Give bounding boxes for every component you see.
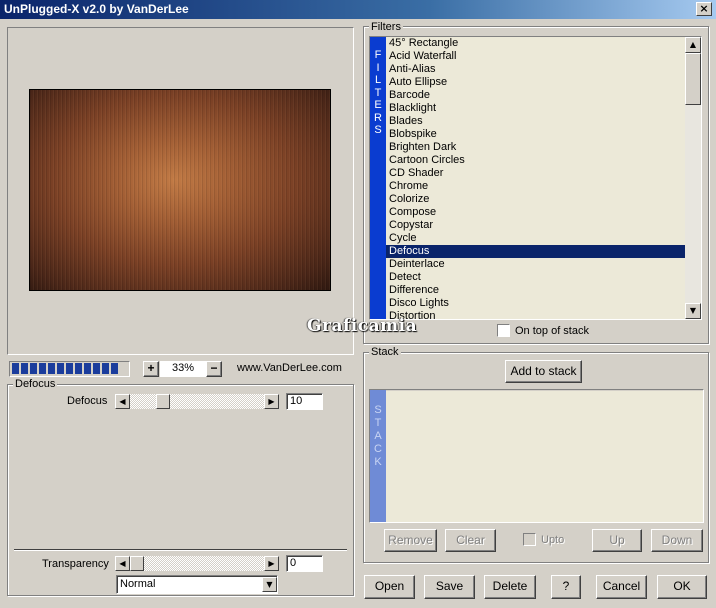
strip-letter: S xyxy=(374,124,382,136)
blend-mode-value: Normal xyxy=(120,578,156,590)
strip-letter: E xyxy=(374,99,382,111)
preview-image[interactable] xyxy=(29,89,331,291)
ok-button[interactable]: OK xyxy=(657,575,707,599)
cancel-button[interactable]: Cancel xyxy=(596,575,647,599)
zoom-out-button[interactable]: − xyxy=(206,361,222,377)
transparency-value-field[interactable]: 0 xyxy=(286,555,323,572)
filter-item[interactable]: Difference xyxy=(386,284,685,297)
progress-segment xyxy=(30,363,37,374)
progress-segment xyxy=(48,363,55,374)
params-group-label: Defocus xyxy=(13,378,58,390)
filter-item[interactable]: Acid Waterfall xyxy=(386,50,685,63)
window-title: UnPlugged-X v2.0 by VanDerLee xyxy=(4,2,189,16)
progress-segment xyxy=(21,363,28,374)
filter-item[interactable]: 45° Rectangle xyxy=(386,37,685,50)
filter-item[interactable]: Deinterlace xyxy=(386,258,685,271)
progress-segment xyxy=(57,363,64,374)
save-button[interactable]: Save xyxy=(424,575,475,599)
add-to-stack-button[interactable]: Add to stack xyxy=(505,360,582,383)
filter-item[interactable]: Barcode xyxy=(386,89,685,102)
progress-segment xyxy=(102,363,109,374)
strip-letter: T xyxy=(374,417,382,429)
scroll-down-icon[interactable]: ▼ xyxy=(685,303,701,319)
graficamia-watermark: Graficamia xyxy=(307,316,418,336)
filter-item[interactable]: Cycle xyxy=(386,232,685,245)
filter-item[interactable]: Detect xyxy=(386,271,685,284)
separator-line xyxy=(14,549,347,551)
progress-segment xyxy=(93,363,100,374)
title-bar: UnPlugged-X v2.0 by VanDerLee xyxy=(0,0,716,19)
zoom-value: 33% xyxy=(160,361,206,377)
filter-item[interactable]: Blacklight xyxy=(386,102,685,115)
scroll-up-icon[interactable]: ▲ xyxy=(685,37,701,53)
defocus-decrease-button[interactable]: ◀ xyxy=(115,394,130,409)
remove-button[interactable]: Remove xyxy=(384,529,437,552)
defocus-value-field[interactable]: 10 xyxy=(286,393,323,410)
filter-item[interactable]: Blobspike xyxy=(386,128,685,141)
transparency-increase-button[interactable]: ▶ xyxy=(264,556,279,571)
filter-item[interactable]: Colorize xyxy=(386,193,685,206)
transparency-decrease-button[interactable]: ◀ xyxy=(115,556,130,571)
filter-item[interactable]: Brighten Dark xyxy=(386,141,685,154)
defocus-slider-track[interactable] xyxy=(130,394,264,409)
progress-segment xyxy=(75,363,82,374)
stack-strip: STACK xyxy=(370,390,386,522)
filters-list[interactable]: 45° Rectangle Acid Waterfall Anti-Alias Aut… xyxy=(386,37,685,319)
progress-bar xyxy=(9,361,130,377)
filter-item[interactable]: Chrome xyxy=(386,180,685,193)
filter-item[interactable]: Disco Lights xyxy=(386,297,685,310)
blend-mode-select[interactable]: Normal ▼ xyxy=(116,575,278,594)
on-top-of-stack-checkbox[interactable] xyxy=(497,324,510,337)
defocus-increase-button[interactable]: ▶ xyxy=(264,394,279,409)
on-top-of-stack-label: On top of stack xyxy=(515,325,589,337)
upto-checkbox[interactable] xyxy=(523,533,536,546)
stack-group-label: Stack xyxy=(369,346,401,358)
strip-letter: F xyxy=(374,49,382,61)
progress-segment xyxy=(39,363,46,374)
transparency-slider-track[interactable] xyxy=(130,556,264,571)
strip-letter: L xyxy=(374,74,382,86)
up-button[interactable]: Up xyxy=(592,529,642,552)
filter-item[interactable]: Auto Ellipse xyxy=(386,76,685,89)
filter-item[interactable]: Defocus xyxy=(386,245,685,258)
filter-item[interactable]: Blades xyxy=(386,115,685,128)
strip-letter: K xyxy=(374,456,382,468)
zoom-in-button[interactable]: + xyxy=(143,361,159,377)
strip-letter: T xyxy=(374,86,382,99)
filter-item[interactable]: Cartoon Circles xyxy=(386,154,685,167)
close-button[interactable]: × xyxy=(696,2,712,16)
delete-button[interactable]: Delete xyxy=(484,575,536,599)
strip-letter: S xyxy=(374,404,382,416)
clear-button[interactable]: Clear xyxy=(445,529,496,552)
filter-item[interactable]: Copystar xyxy=(386,219,685,232)
progress-segment xyxy=(84,363,91,374)
strip-letter: A xyxy=(374,430,382,442)
filters-group-label: Filters xyxy=(369,21,403,33)
help-button[interactable]: ? xyxy=(551,575,581,599)
filter-item[interactable]: Anti-Alias xyxy=(386,63,685,76)
strip-letter: C xyxy=(374,443,382,455)
strip-letter: R xyxy=(374,111,382,124)
progress-segment xyxy=(12,363,19,374)
filter-item[interactable]: Compose xyxy=(386,206,685,219)
vanderlee-link[interactable]: www.VanDerLee.com xyxy=(237,362,342,374)
transparency-slider-thumb[interactable] xyxy=(130,556,144,571)
down-button[interactable]: Down xyxy=(651,529,703,552)
scroll-thumb[interactable] xyxy=(685,53,701,105)
filters-scrollbar[interactable]: ▲ ▼ xyxy=(685,37,701,319)
strip-letter: I xyxy=(376,61,380,74)
upto-label: Upto xyxy=(541,534,565,546)
defocus-slider-thumb[interactable] xyxy=(156,394,170,409)
filters-strip: FILTERS xyxy=(370,37,386,319)
filter-item[interactable]: CD Shader xyxy=(386,167,685,180)
stack-list[interactable] xyxy=(386,391,703,522)
transparency-label: Transparency xyxy=(42,558,109,570)
progress-segment xyxy=(111,363,118,374)
progress-segment xyxy=(66,363,73,374)
chevron-down-icon[interactable]: ▼ xyxy=(262,577,277,592)
filter-item[interactable]: Distortion xyxy=(386,310,685,319)
open-button[interactable]: Open xyxy=(364,575,415,599)
defocus-label: Defocus xyxy=(67,395,108,407)
